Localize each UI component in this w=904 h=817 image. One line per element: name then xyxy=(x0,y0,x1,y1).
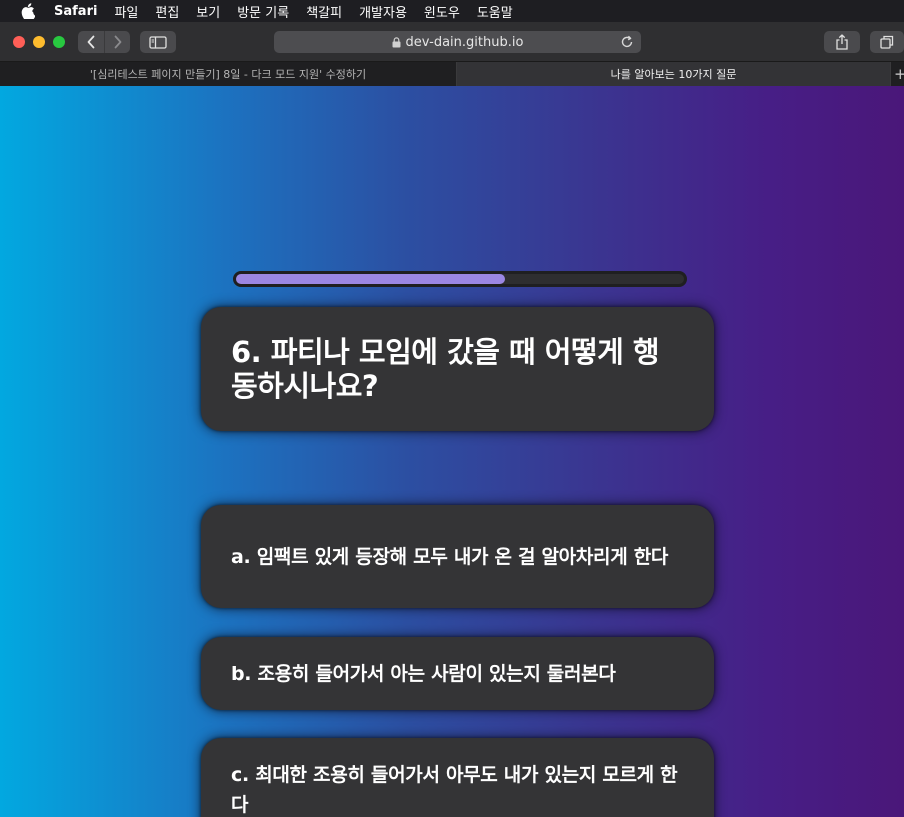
menu-window[interactable]: 윈도우 xyxy=(424,2,460,21)
address-bar[interactable]: dev-dain.github.io xyxy=(274,31,641,53)
answer-text: a. 임팩트 있게 등장해 모두 내가 온 걸 알아차리게 한다 xyxy=(231,545,669,568)
answer-option-c[interactable]: c. 최대한 조용히 들어가서 아무도 내가 있는지 모르게 한다 xyxy=(201,738,714,817)
back-icon xyxy=(87,35,95,49)
sidebar-icon xyxy=(149,35,167,49)
menu-develop[interactable]: 개발자용 xyxy=(359,2,407,21)
menu-safari[interactable]: Safari xyxy=(54,4,97,19)
share-icon xyxy=(836,34,848,50)
progress-bar-fill xyxy=(236,274,505,284)
menu-file[interactable]: 파일 xyxy=(114,2,138,21)
answer-option-b[interactable]: b. 조용히 들어가서 아는 사람이 있는지 둘러본다 xyxy=(201,637,714,710)
menu-view[interactable]: 보기 xyxy=(196,2,220,21)
browser-toolbar: dev-dain.github.io xyxy=(0,22,904,62)
menu-help[interactable]: 도움말 xyxy=(477,2,513,21)
back-button[interactable] xyxy=(78,31,104,53)
lock-icon xyxy=(392,36,401,48)
sidebar-toggle-button[interactable] xyxy=(140,31,176,53)
fullscreen-window-button[interactable] xyxy=(53,36,65,48)
question-card: 6. 파티나 모임에 갔을 때 어떻게 행동하시나요? xyxy=(201,307,714,431)
question-text: 6. 파티나 모임에 갔을 때 어떻게 행동하시나요? xyxy=(231,335,660,403)
share-button[interactable] xyxy=(824,31,860,53)
progress-bar xyxy=(233,271,687,287)
new-tab-button[interactable]: + xyxy=(891,62,904,86)
page-content: 6. 파티나 모임에 갔을 때 어떻게 행동하시나요? a. 임팩트 있게 등장… xyxy=(0,86,904,817)
answer-text: b. 조용히 들어가서 아는 사람이 있는지 둘러본다 xyxy=(231,662,616,685)
tab-bar: '[심리테스트 페이지 만들기] 8일 - 다크 모드 지원' 수정하기 나를 … xyxy=(0,62,904,86)
tab-overview-button[interactable] xyxy=(870,31,904,53)
close-window-button[interactable] xyxy=(13,36,25,48)
apple-icon[interactable] xyxy=(20,3,36,19)
tab-label: '[심리테스트 페이지 만들기] 8일 - 다크 모드 지원' 수정하기 xyxy=(89,68,367,81)
navigation-buttons xyxy=(78,31,130,53)
menu-bookmarks[interactable]: 책갈피 xyxy=(306,2,342,21)
tab-label: 나를 알아보는 10가지 질문 xyxy=(610,68,737,81)
tabs-overview-icon xyxy=(880,35,894,49)
address-text: dev-dain.github.io xyxy=(405,34,524,50)
plus-icon: + xyxy=(894,65,904,83)
menu-bar: Safari 파일 편집 보기 방문 기록 책갈피 개발자용 윈도우 도움말 xyxy=(0,0,904,22)
answer-option-a[interactable]: a. 임팩트 있게 등장해 모두 내가 온 걸 알아차리게 한다 xyxy=(201,505,714,608)
tab-quiz[interactable]: 나를 알아보는 10가지 질문 xyxy=(457,62,891,86)
forward-icon xyxy=(114,35,121,49)
minimize-window-button[interactable] xyxy=(33,36,45,48)
answer-text: c. 최대한 조용히 들어가서 아무도 내가 있는지 모르게 한다 xyxy=(231,764,678,816)
menu-history[interactable]: 방문 기록 xyxy=(237,2,289,21)
reload-icon[interactable] xyxy=(620,35,634,49)
tab-blog-edit[interactable]: '[심리테스트 페이지 만들기] 8일 - 다크 모드 지원' 수정하기 xyxy=(0,62,457,86)
forward-button[interactable] xyxy=(104,31,130,53)
menu-edit[interactable]: 편집 xyxy=(155,2,179,21)
